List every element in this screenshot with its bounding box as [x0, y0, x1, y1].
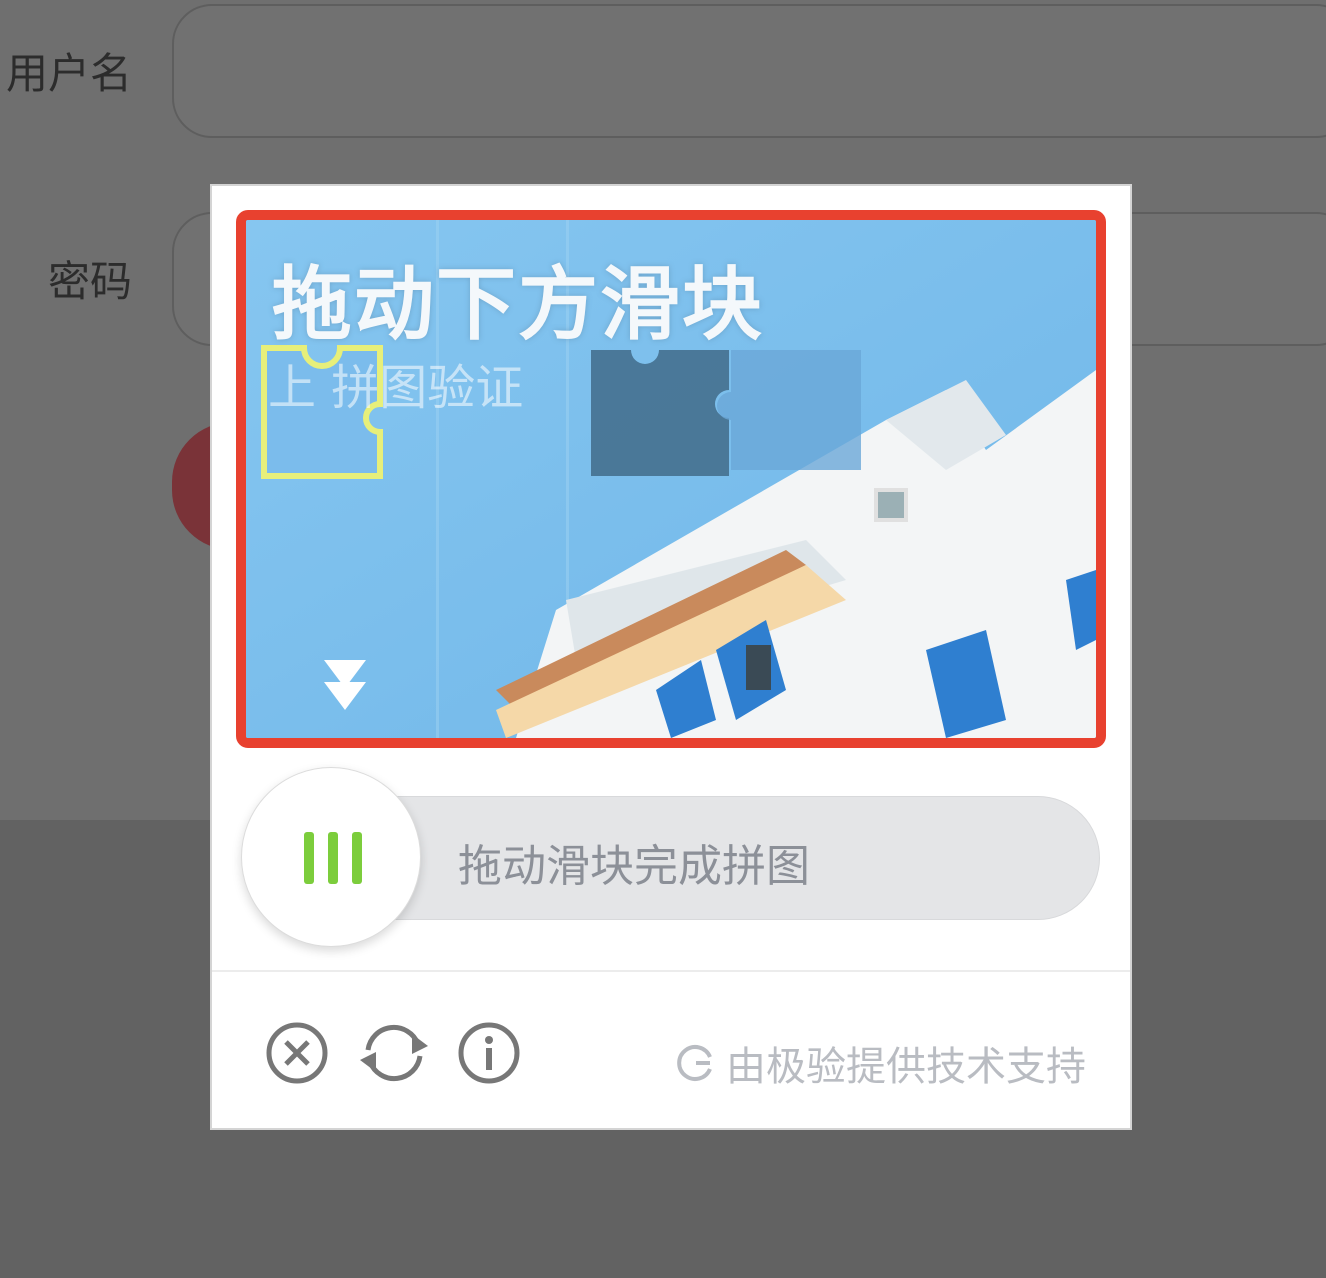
password-label: 密码 [47, 257, 132, 306]
captcha-image-panel: 拖动下方滑块 上 拼图验证 [236, 210, 1106, 748]
refresh-icon[interactable] [356, 1020, 432, 1086]
brand-text: 由极验提供技术支持 [726, 1044, 1086, 1090]
slider-hint: 拖动滑块完成拼图 [458, 841, 810, 892]
captcha-image-title: 拖动下方滑块 [272, 258, 764, 351]
footer-divider [212, 970, 1130, 972]
username-label: 用户名 [5, 49, 132, 98]
geetest-logo-icon [677, 1045, 712, 1081]
slider-knob[interactable] [241, 767, 421, 947]
grip-icon [352, 832, 362, 884]
puzzle-piece[interactable] [264, 348, 386, 476]
grip-icon [328, 832, 338, 884]
brand-credit[interactable]: 由极验提供技术支持 [676, 1034, 1086, 1092]
close-icon[interactable] [264, 1020, 330, 1086]
username-input[interactable] [172, 4, 1326, 138]
grip-icon [304, 832, 314, 884]
info-icon[interactable] [456, 1020, 522, 1086]
